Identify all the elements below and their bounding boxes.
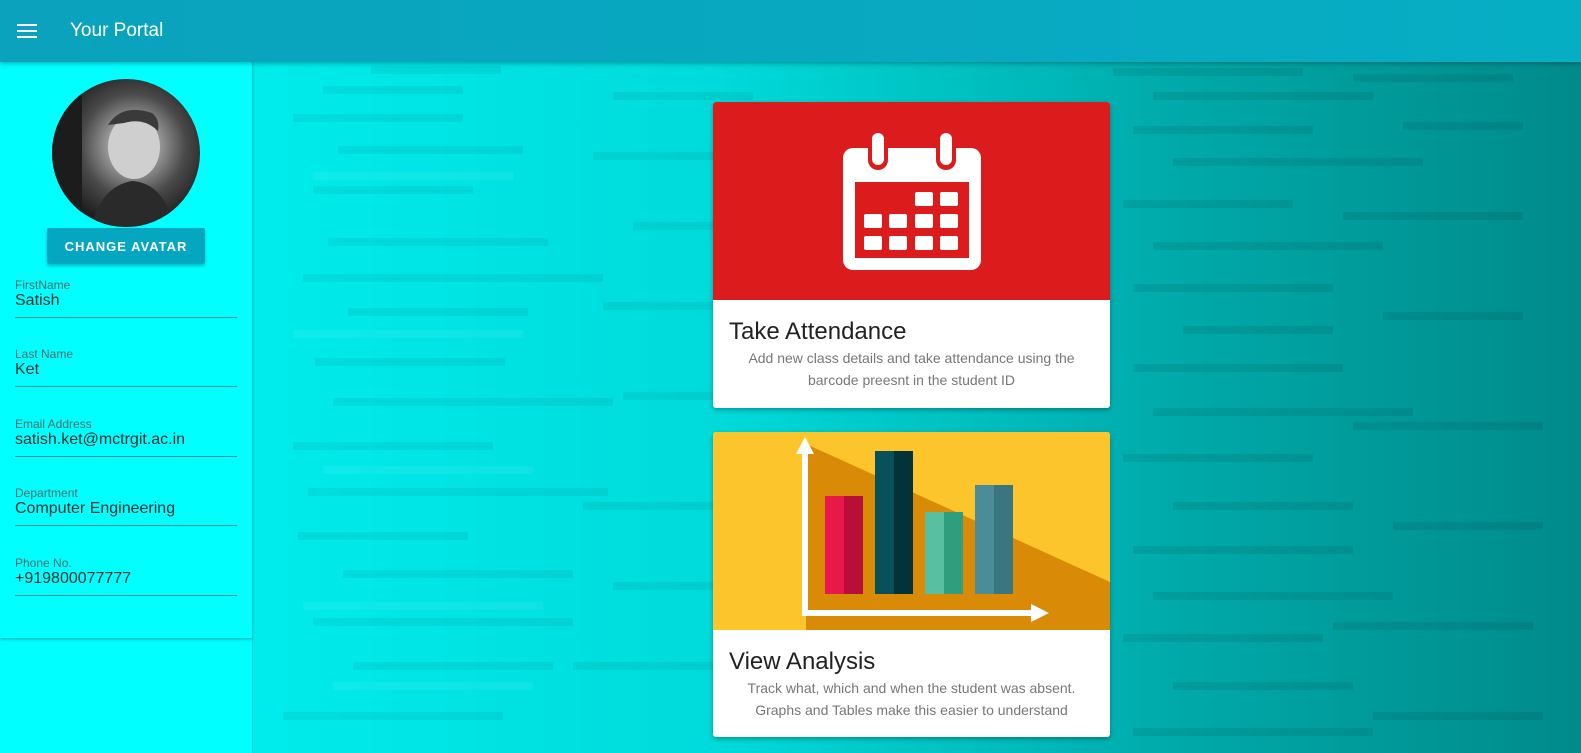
- profile-photo: [52, 79, 200, 227]
- sidebar-divider: [252, 62, 253, 753]
- department-field[interactable]: Department: [15, 486, 237, 526]
- calendar-icon: [843, 130, 981, 270]
- analysis-card-media: [713, 432, 1110, 630]
- sidebar-background: [0, 638, 252, 753]
- attendance-card-media: [713, 102, 1110, 300]
- bar-chart-icon: [796, 437, 1110, 630]
- first-name-field[interactable]: FirstName: [15, 278, 237, 318]
- last-name-input[interactable]: [15, 359, 237, 381]
- app-bar: Your Portal: [0, 0, 1581, 62]
- profile-sidebar: CHANGE AVATAR FirstName Last Name Email …: [0, 62, 252, 638]
- email-field[interactable]: Email Address: [15, 417, 237, 457]
- email-input[interactable]: [15, 429, 237, 451]
- phone-input[interactable]: [15, 568, 237, 590]
- view-analysis-description: Track what, which and when the student w…: [747, 680, 1076, 718]
- view-analysis-card[interactable]: View Analysis Track what, which and when…: [713, 432, 1110, 737]
- first-name-input[interactable]: [15, 290, 237, 312]
- take-attendance-card[interactable]: Take Attendance Add new class details an…: [713, 102, 1110, 408]
- department-input[interactable]: [15, 498, 237, 520]
- last-name-field[interactable]: Last Name: [15, 347, 237, 387]
- view-analysis-title: View Analysis: [729, 648, 876, 675]
- app-title: Your Portal: [70, 20, 164, 41]
- phone-field[interactable]: Phone No.: [15, 556, 237, 596]
- take-attendance-description: Add new class details and take attendanc…: [748, 350, 1075, 388]
- menu-icon[interactable]: [0, 0, 54, 62]
- take-attendance-title: Take Attendance: [729, 318, 907, 345]
- change-avatar-button[interactable]: CHANGE AVATAR: [47, 228, 205, 264]
